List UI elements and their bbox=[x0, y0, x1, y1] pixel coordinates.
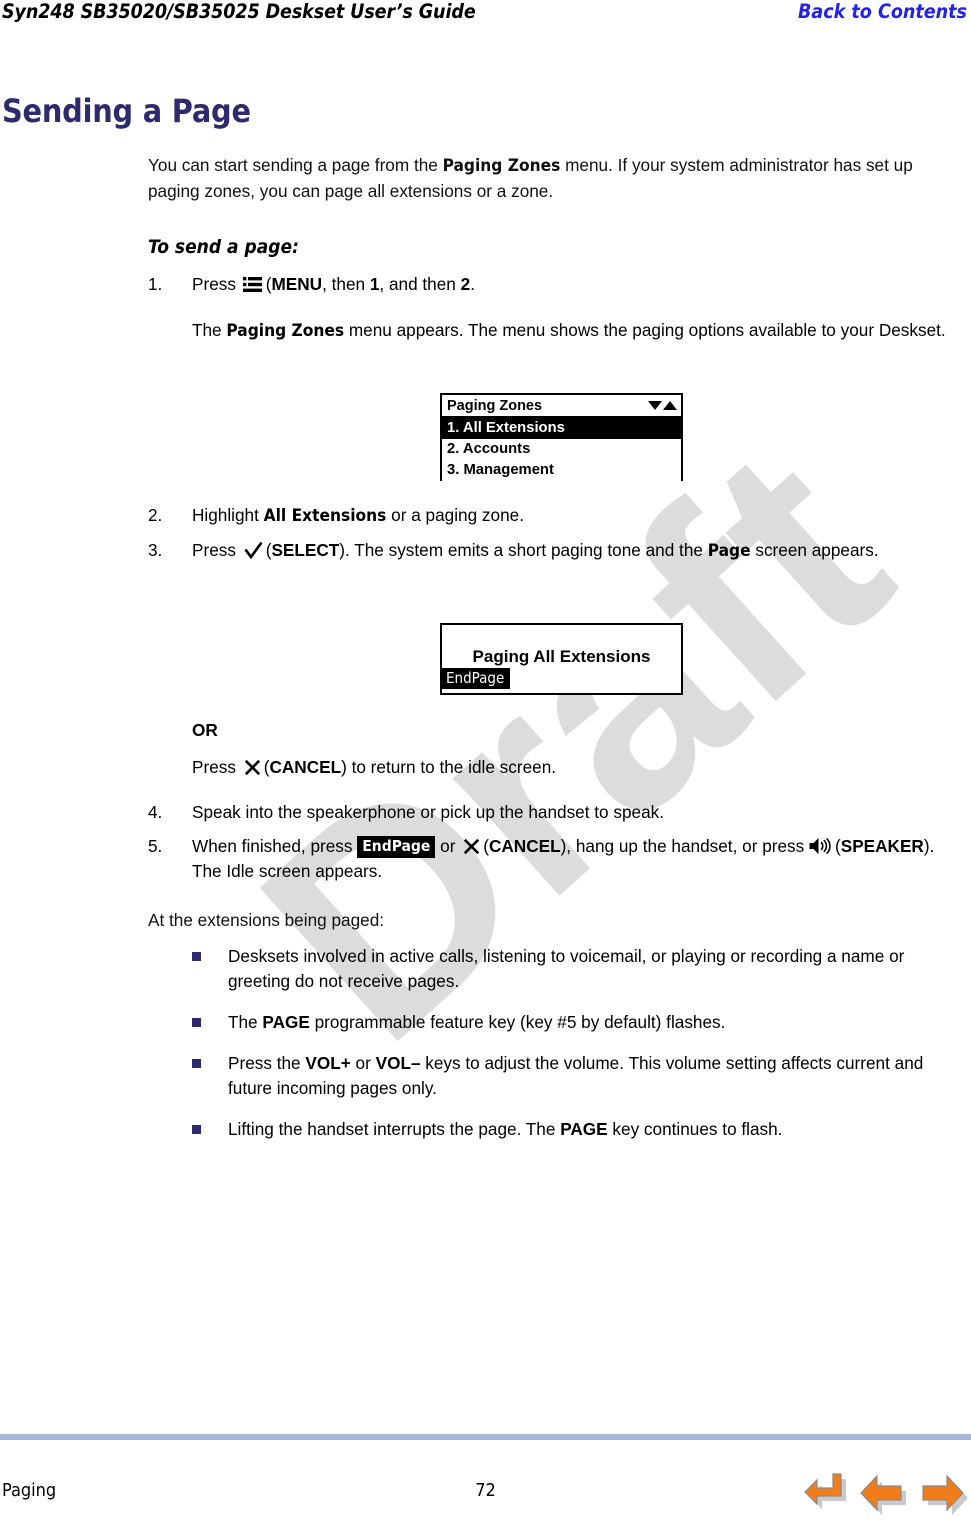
step-1-menu-label: MENU bbox=[271, 274, 323, 294]
step-4: 4. Speak into the speakerphone or pick u… bbox=[148, 800, 948, 825]
lcd-menu-title: Paging Zones bbox=[447, 397, 543, 414]
step-2-body: Highlight All Extensions or a paging zon… bbox=[192, 503, 948, 529]
intro-bold-paging-zones: Paging Zones bbox=[442, 156, 561, 176]
bullet-2-text-before: The bbox=[228, 1012, 263, 1032]
procedure-heading: To send a page: bbox=[148, 236, 299, 258]
back-arrow-icon[interactable] bbox=[803, 1468, 855, 1520]
lcd-menu-item-accounts[interactable]: 2. Accounts bbox=[442, 439, 681, 460]
step-5-cancel-label: CANCEL bbox=[488, 836, 561, 856]
step-5: 5. When finished, press EndPage or (CANC… bbox=[148, 834, 948, 884]
bullet-3-bold-voldown: VOL– bbox=[375, 1053, 421, 1073]
bullet-3-bold-volup: VOL+ bbox=[305, 1053, 351, 1073]
step-3-bold-page: Page bbox=[707, 541, 751, 561]
lcd-softkey-endpage[interactable]: EndPage bbox=[442, 668, 511, 689]
step-1-result-before: The bbox=[192, 320, 227, 340]
close-icon bbox=[463, 837, 480, 855]
step-5-text-or: or bbox=[435, 836, 461, 856]
step-3-body: Press (SELECT). The system emits a short… bbox=[192, 538, 948, 564]
step-2: 2. Highlight All Extensions or a paging … bbox=[148, 503, 948, 529]
step-1: 1. Press (MENU, then 1, and then 2. bbox=[148, 272, 948, 297]
lcd-softkey-row: EndPage bbox=[442, 668, 681, 689]
step-3-text-after: screen appears. bbox=[750, 540, 879, 560]
list-item: Lifting the handset interrupts the page.… bbox=[192, 1117, 948, 1142]
step-3-select-label: SELECT bbox=[271, 540, 340, 560]
bullet-square-icon bbox=[192, 1018, 201, 1027]
bullet-square-icon bbox=[192, 1125, 201, 1134]
lcd-menu-item-all-extensions[interactable]: 1. All Extensions bbox=[442, 418, 681, 439]
triangle-up-icon bbox=[663, 401, 677, 410]
lcd-page-title: Paging All Extensions bbox=[472, 647, 651, 666]
step-4-body: Speak into the speakerphone or pick up t… bbox=[192, 802, 665, 822]
step-1-number: 1. bbox=[148, 274, 163, 294]
triangle-down-icon bbox=[648, 401, 662, 410]
bullet-4-text-before: Lifting the handset interrupts the page.… bbox=[228, 1119, 561, 1139]
step-3: 3. Press (SELECT). The system emits a sh… bbox=[148, 538, 948, 564]
list-item: The PAGE programmable feature key (key #… bbox=[192, 1010, 948, 1035]
list-item: Desksets involved in active calls, liste… bbox=[192, 944, 948, 994]
close-icon bbox=[244, 758, 261, 776]
bullet-list: Desksets involved in active calls, liste… bbox=[192, 944, 948, 1158]
step-1-period: . bbox=[470, 274, 475, 294]
lcd-scroll-arrows bbox=[648, 401, 677, 410]
bullet-1-text: Desksets involved in active calls, liste… bbox=[228, 946, 905, 991]
step-5-softkey-endpage[interactable]: EndPage bbox=[357, 836, 436, 858]
list-item: Press the VOL+ or VOL– keys to adjust th… bbox=[192, 1051, 948, 1101]
footer-navigation bbox=[803, 1468, 967, 1520]
step-1-result-after: menu appears. The menu shows the paging … bbox=[344, 320, 946, 340]
previous-arrow-icon[interactable] bbox=[859, 1468, 911, 1520]
bullet-4-bold-page: PAGE bbox=[560, 1119, 608, 1139]
or-step: Press (CANCEL) to return to the idle scr… bbox=[192, 755, 948, 780]
bullet-square-icon bbox=[192, 952, 201, 961]
footer-divider bbox=[0, 1434, 971, 1440]
page-header: Syn248 SB35020/SB35025 Deskset User’s Gu… bbox=[0, 0, 971, 34]
intro-text-before: You can start sending a page from the bbox=[148, 155, 443, 175]
intro-paragraph: You can start sending a page from the Pa… bbox=[148, 153, 938, 204]
bullet-3-text-mid: or bbox=[350, 1053, 376, 1073]
lcd-page-screen: Paging All Extensions EndPage bbox=[440, 623, 683, 695]
check-icon bbox=[244, 541, 263, 560]
step-5-number: 5. bbox=[148, 836, 163, 856]
lcd-menu-item-management[interactable]: 3. Management bbox=[442, 460, 681, 481]
step-5-text-mid: ), hang up the handset, or press bbox=[560, 836, 809, 856]
document-title: Syn248 SB35020/SB35025 Deskset User’s Gu… bbox=[2, 0, 476, 23]
step-5-body: When finished, press EndPage or (CANCEL)… bbox=[192, 834, 948, 884]
page-title: Sending a Page bbox=[2, 92, 251, 130]
step-1-then: , then bbox=[322, 274, 370, 294]
lcd-title-bar: Paging Zones bbox=[442, 395, 681, 418]
bullet-3-text-before: Press the bbox=[228, 1053, 306, 1073]
speaker-icon bbox=[809, 837, 832, 855]
step-1-body: Press (MENU, then 1, and then 2. bbox=[192, 272, 948, 297]
page-footer: Paging 72 bbox=[0, 1473, 971, 1520]
step-1-key-1: 1 bbox=[369, 274, 380, 294]
step-2-text-before: Highlight bbox=[192, 505, 264, 525]
step-1-result: The Paging Zones menu appears. The menu … bbox=[192, 318, 948, 344]
step-5-text-start: When finished, press bbox=[192, 836, 358, 856]
step-1-and-then: , and then bbox=[379, 274, 461, 294]
menu-icon bbox=[242, 274, 262, 292]
step-3-press-word: Press bbox=[192, 540, 236, 560]
or-step-text-after: ) to return to the idle screen. bbox=[341, 757, 557, 777]
bullets-intro: At the extensions being paged: bbox=[148, 910, 385, 930]
step-1-press-word: Press bbox=[192, 274, 236, 294]
bullet-2-bold-page: PAGE bbox=[262, 1012, 310, 1032]
back-to-contents-link[interactable]: Back to Contents bbox=[798, 0, 971, 23]
or-label-text: OR bbox=[192, 720, 218, 740]
step-4-number: 4. bbox=[148, 802, 163, 822]
step-5-speaker-label: SPEAKER bbox=[840, 836, 924, 856]
step-2-text-after: or a paging zone. bbox=[386, 505, 524, 525]
step-1-result-bold: Paging Zones bbox=[226, 321, 345, 341]
or-label: OR bbox=[192, 718, 948, 743]
or-step-cancel-label: CANCEL bbox=[269, 757, 342, 777]
or-step-press-word: Press bbox=[192, 757, 236, 777]
lcd-paging-zones-screen: Paging Zones 1. All Extensions 2. Accoun… bbox=[440, 393, 683, 481]
step-3-text-mid: ). The system emits a short paging tone … bbox=[339, 540, 708, 560]
next-arrow-icon[interactable] bbox=[915, 1468, 967, 1520]
step-1-key-2: 2 bbox=[460, 274, 471, 294]
step-2-bold-all-extensions: All Extensions bbox=[263, 506, 387, 526]
bullet-2-text-after: programmable feature key (key #5 by defa… bbox=[309, 1012, 726, 1032]
bullet-4-text-after: key continues to flash. bbox=[607, 1119, 783, 1139]
step-2-number: 2. bbox=[148, 505, 163, 525]
step-3-number: 3. bbox=[148, 540, 163, 560]
bullet-square-icon bbox=[192, 1059, 201, 1068]
